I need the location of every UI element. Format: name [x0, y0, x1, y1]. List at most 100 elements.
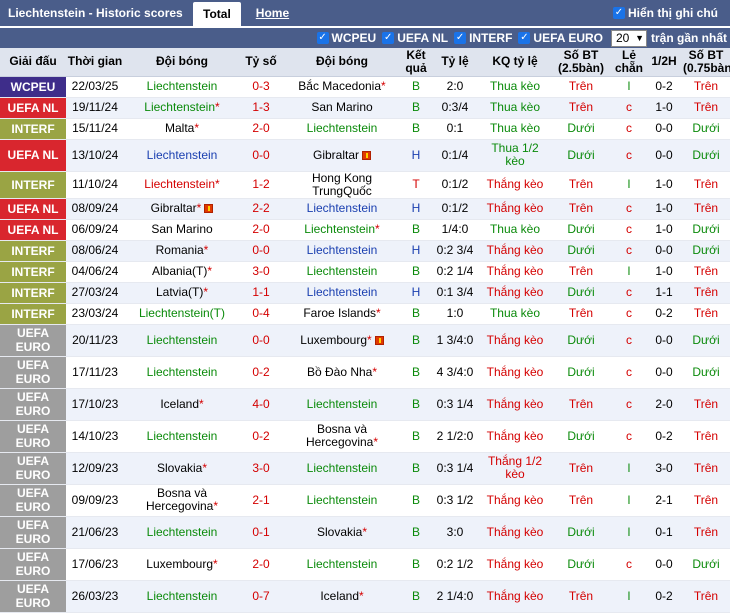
league-badge[interactable]: INTERF: [0, 282, 66, 304]
score[interactable]: 0-2: [240, 356, 282, 389]
score[interactable]: 3-0: [240, 261, 282, 283]
league-badge[interactable]: INTERF: [0, 240, 66, 262]
table-row[interactable]: UEFA NL 13/10/24 Liechtenstein 0-0 Gibraltar…: [0, 139, 730, 172]
away-team[interactable]: Gibraltar: [282, 139, 402, 172]
away-team[interactable]: Liechtenstein: [282, 548, 402, 581]
filter-uefa-nl[interactable]: UEFA NL: [382, 31, 448, 45]
home-team[interactable]: Luxembourg*: [124, 548, 240, 581]
home-team[interactable]: Liechtenstein*: [124, 171, 240, 199]
score[interactable]: 0-7: [240, 580, 282, 613]
home-team[interactable]: Liechtenstein*: [124, 97, 240, 119]
score[interactable]: 3-0: [240, 452, 282, 485]
home-team[interactable]: Liechtenstein: [124, 420, 240, 453]
table-row[interactable]: UEFA EURO 17/11/23 Liechtenstein 0-2 Bồ Đào …: [0, 356, 730, 389]
table-row[interactable]: INTERF 27/03/24 Latvia(T)* 1-1 Liechtenstein…: [0, 282, 730, 304]
score[interactable]: 1-1: [240, 282, 282, 304]
away-team[interactable]: Luxembourg*: [282, 324, 402, 357]
home-team[interactable]: Malta*: [124, 118, 240, 140]
league-badge[interactable]: INTERF: [0, 118, 66, 140]
checkbox-icon[interactable]: [518, 32, 531, 44]
score[interactable]: 2-2: [240, 198, 282, 220]
table-row[interactable]: WCPEU 22/03/25 Liechtenstein 0-3 Bắc Macedon…: [0, 76, 730, 98]
away-team[interactable]: Liechtenstein: [282, 240, 402, 262]
table-row[interactable]: INTERF 23/03/24 Liechtenstein(T) 0-4 Faroe I…: [0, 303, 730, 325]
league-badge[interactable]: INTERF: [0, 261, 66, 283]
table-row[interactable]: UEFA EURO 21/06/23 Liechtenstein 0-1 Slovaki…: [0, 516, 730, 549]
score[interactable]: 0-0: [240, 240, 282, 262]
checkbox-icon[interactable]: [382, 32, 395, 44]
score[interactable]: 2-0: [240, 118, 282, 140]
score[interactable]: 1-2: [240, 171, 282, 199]
score[interactable]: 0-0: [240, 324, 282, 357]
table-row[interactable]: INTERF 04/06/24 Albania(T)* 3-0 Liechtenstei…: [0, 261, 730, 283]
table-row[interactable]: UEFA EURO 26/03/23 Liechtenstein 0-7 Iceland…: [0, 580, 730, 613]
filter-uefa-euro[interactable]: UEFA EURO: [518, 31, 603, 45]
score[interactable]: 4-0: [240, 388, 282, 421]
checkbox-icon[interactable]: [613, 7, 625, 19]
score[interactable]: 0-3: [240, 76, 282, 98]
away-team[interactable]: Liechtenstein: [282, 452, 402, 485]
home-team[interactable]: Liechtenstein: [124, 580, 240, 613]
score[interactable]: 2-0: [240, 548, 282, 581]
league-badge[interactable]: UEFA EURO: [0, 388, 66, 421]
home-team[interactable]: Liechtenstein(T): [124, 303, 240, 325]
table-row[interactable]: UEFA EURO 17/06/23 Luxembourg* 2-0 Liechtens…: [0, 548, 730, 581]
home-team[interactable]: Gibraltar*: [124, 198, 240, 220]
score[interactable]: 0-2: [240, 420, 282, 453]
home-team[interactable]: Liechtenstein: [124, 139, 240, 172]
score[interactable]: 1-3: [240, 97, 282, 119]
filter-interf[interactable]: INTERF: [454, 31, 512, 45]
home-team[interactable]: Bosna và Hercegovina*: [124, 484, 240, 517]
away-team[interactable]: Liechtenstein: [282, 388, 402, 421]
away-team[interactable]: San Marino: [282, 97, 402, 119]
home-team[interactable]: Albania(T)*: [124, 261, 240, 283]
home-team[interactable]: Liechtenstein: [124, 516, 240, 549]
league-badge[interactable]: INTERF: [0, 303, 66, 325]
score[interactable]: 0-1: [240, 516, 282, 549]
league-badge[interactable]: UEFA EURO: [0, 324, 66, 357]
table-row[interactable]: UEFA EURO 14/10/23 Liechtenstein 0-2 Bosna v…: [0, 420, 730, 453]
filter-wcpeu[interactable]: WCPEU: [316, 31, 376, 45]
checkbox-icon[interactable]: [316, 32, 329, 44]
table-row[interactable]: UEFA EURO 09/09/23 Bosna và Hercegovina* 2-…: [0, 484, 730, 517]
tab-total[interactable]: Total: [193, 2, 241, 26]
home-team[interactable]: Liechtenstein: [124, 356, 240, 389]
away-team[interactable]: Bồ Đào Nha*: [282, 356, 402, 389]
score[interactable]: 2-0: [240, 219, 282, 241]
league-badge[interactable]: WCPEU: [0, 76, 66, 98]
away-team[interactable]: Liechtenstein: [282, 282, 402, 304]
table-row[interactable]: UEFA EURO 12/09/23 Slovakia* 3-0 Liechtenste…: [0, 452, 730, 485]
away-team[interactable]: Hong Kong TrungQuốc: [282, 171, 402, 199]
away-team[interactable]: Liechtenstein: [282, 261, 402, 283]
score[interactable]: 0-4: [240, 303, 282, 325]
league-badge[interactable]: INTERF: [0, 171, 66, 199]
table-row[interactable]: UEFA EURO 20/11/23 Liechtenstein 0-0 Luxembo…: [0, 324, 730, 357]
home-team[interactable]: Romania*: [124, 240, 240, 262]
away-team[interactable]: Liechtenstein: [282, 118, 402, 140]
away-team[interactable]: Bosna và Hercegovina*: [282, 420, 402, 453]
league-badge[interactable]: UEFA EURO: [0, 420, 66, 453]
league-badge[interactable]: UEFA EURO: [0, 356, 66, 389]
checkbox-icon[interactable]: [454, 32, 467, 44]
match-count-select[interactable]: 20 ▼: [610, 29, 647, 47]
table-row[interactable]: INTERF 15/11/24 Malta* 2-0 Liechtenstein B 0:1…: [0, 118, 730, 140]
table-row[interactable]: UEFA NL 08/09/24 Gibraltar* 2-2 Liechtenstei…: [0, 198, 730, 220]
score[interactable]: 2-1: [240, 484, 282, 517]
league-badge[interactable]: UEFA EURO: [0, 452, 66, 485]
table-row[interactable]: INTERF 08/06/24 Romania* 0-0 Liechtenstein H 0…: [0, 240, 730, 262]
home-team[interactable]: San Marino: [124, 219, 240, 241]
league-badge[interactable]: UEFA EURO: [0, 580, 66, 613]
tab-home[interactable]: Home: [241, 6, 289, 20]
home-team[interactable]: Latvia(T)*: [124, 282, 240, 304]
league-badge[interactable]: UEFA NL: [0, 198, 66, 220]
league-badge[interactable]: UEFA EURO: [0, 516, 66, 549]
score[interactable]: 0-0: [240, 139, 282, 172]
away-team[interactable]: Slovakia*: [282, 516, 402, 549]
away-team[interactable]: Iceland*: [282, 580, 402, 613]
league-badge[interactable]: UEFA NL: [0, 97, 66, 119]
league-badge[interactable]: UEFA NL: [0, 139, 66, 172]
away-team[interactable]: Liechtenstein: [282, 198, 402, 220]
league-badge[interactable]: UEFA EURO: [0, 484, 66, 517]
away-team[interactable]: Bắc Macedonia*: [282, 76, 402, 98]
away-team[interactable]: Liechtenstein*: [282, 219, 402, 241]
